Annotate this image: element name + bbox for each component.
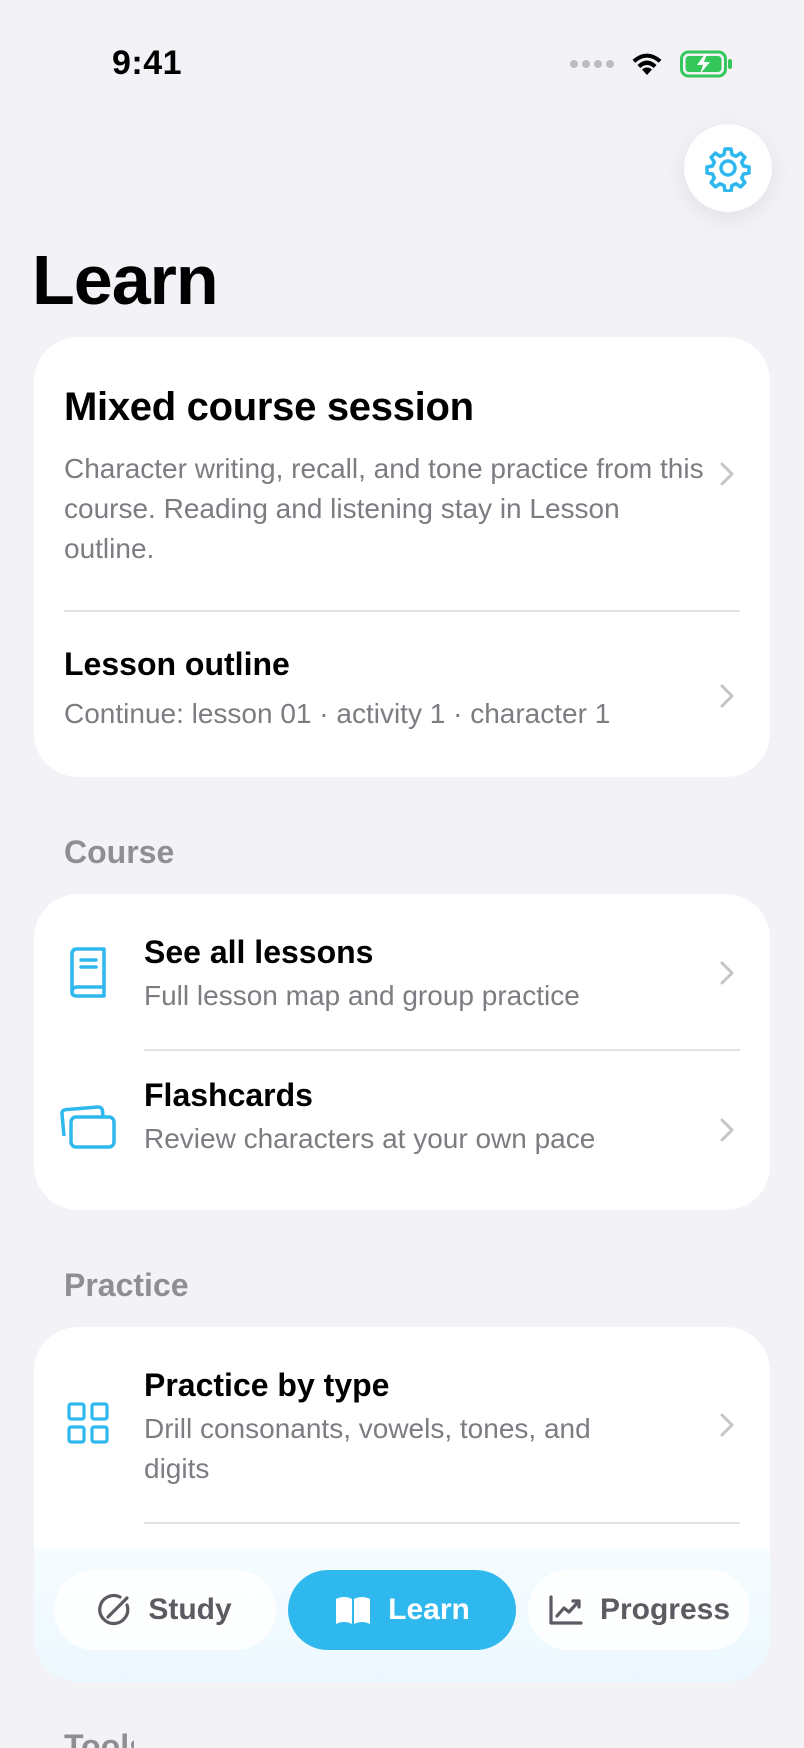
tab-study-label: Study — [148, 1593, 232, 1626]
mixed-session-row[interactable]: Mixed course session Character writing, … — [34, 337, 770, 611]
tab-learn-label: Learn — [388, 1593, 470, 1626]
hero-card: Mixed course session Character writing, … — [34, 337, 770, 777]
section-label-course: Course — [64, 834, 175, 870]
tab-progress-label: Progress — [599, 1593, 731, 1626]
page-title: Learn — [32, 241, 219, 319]
open-book-icon — [336, 1597, 371, 1624]
tab-study[interactable]: Study — [54, 1570, 276, 1650]
divider — [144, 1522, 740, 1524]
lesson-outline-subtitle: Continue: lesson 01 · activity 1 · chara… — [64, 698, 611, 729]
cards-icon — [58, 1097, 118, 1157]
section-label-tools: Tools — [64, 1728, 134, 1748]
gear-icon — [705, 147, 751, 192]
grid-icon — [58, 1393, 118, 1453]
lesson-outline-title: Lesson outline — [64, 646, 290, 682]
flashcards-title: Flashcards — [144, 1077, 313, 1113]
course-card: See all lessons Full lesson map and grou… — [34, 894, 770, 1210]
practice-by-type-subtitle: Drill consonants, vowels, tones, and dig… — [144, 1413, 591, 1484]
battery-charging-icon — [680, 50, 732, 78]
cellular-icon — [570, 60, 614, 68]
mixed-session-title: Mixed course session — [64, 385, 474, 429]
lesson-outline-row[interactable]: Lesson outline Continue: lesson 01 · act… — [34, 612, 770, 777]
practice-by-type-title: Practice by type — [144, 1367, 390, 1403]
book-icon — [58, 942, 118, 1002]
flashcards-subtitle: Review characters at your own pace — [144, 1123, 596, 1154]
status-time: 9:41 — [112, 44, 183, 82]
tab-learn[interactable]: Learn — [288, 1570, 516, 1650]
settings-button[interactable] — [684, 124, 772, 212]
see-all-lessons-subtitle: Full lesson map and group practice — [144, 980, 580, 1011]
status-bar: 9:41 — [0, 0, 804, 120]
tab-bar: Study Learn Progress — [54, 1570, 750, 1650]
wifi-icon — [632, 53, 662, 75]
see-all-lessons-row[interactable]: See all lessons Full lesson map and grou… — [34, 894, 770, 1050]
chevron-right-icon — [720, 684, 734, 708]
flashcards-row[interactable]: Flashcards Review characters at your own… — [34, 1051, 770, 1210]
chevron-right-icon — [720, 1413, 734, 1437]
status-icons — [570, 50, 734, 78]
chevron-right-icon — [720, 1118, 734, 1142]
mixed-session-description: Character writing, recall, and tone prac… — [64, 453, 704, 564]
section-label-practice: Practice — [64, 1267, 189, 1303]
tab-progress[interactable]: Progress — [528, 1570, 750, 1650]
practice-by-type-row[interactable]: Practice by type Drill consonants, vowel… — [34, 1327, 770, 1522]
compass-pencil-icon — [98, 1593, 130, 1626]
see-all-lessons-title: See all lessons — [144, 934, 374, 970]
chevron-right-icon — [720, 462, 734, 486]
chevron-right-icon — [720, 961, 734, 985]
chart-trend-icon — [549, 1595, 583, 1625]
